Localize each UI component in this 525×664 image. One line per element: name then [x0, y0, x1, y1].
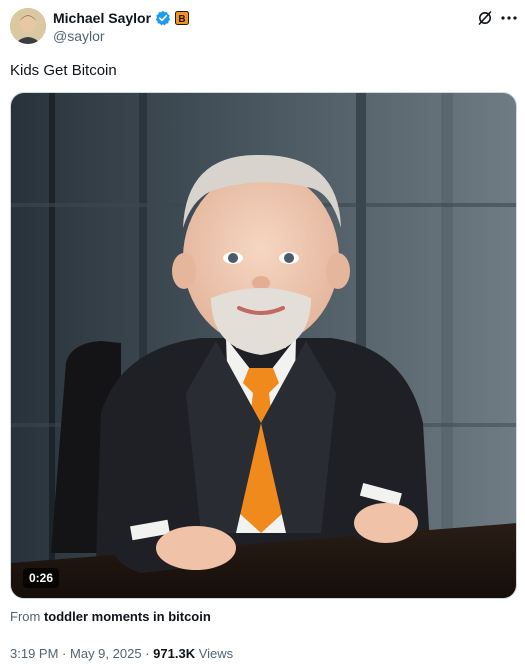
author-name-row: Michael Saylor B: [53, 9, 190, 27]
display-name[interactable]: Michael Saylor: [53, 10, 151, 26]
video-media[interactable]: 0:26: [10, 92, 517, 599]
tweet-text: Kids Get Bitcoin: [10, 62, 117, 79]
svg-text:B: B: [178, 14, 185, 25]
more-dots-icon[interactable]: [500, 10, 518, 26]
tweet-card: Michael Saylor B @saylor Kids Get Bitcoi…: [0, 0, 525, 664]
grok-icon[interactable]: [477, 10, 493, 26]
author-handle[interactable]: @saylor: [53, 28, 105, 44]
verified-badge-icon: [155, 10, 171, 26]
meta-separator: ·: [145, 646, 150, 661]
views-label: Views: [198, 646, 234, 661]
community-source: From toddler moments in bitcoin: [10, 609, 211, 624]
video-thumbnail: [11, 93, 516, 598]
bitcoin-b-badge-icon[interactable]: B: [175, 11, 190, 25]
community-prefix: From: [10, 609, 41, 624]
tweet-meta: 3:19 PM · May 9, 2025 · 971.3K Views: [10, 646, 233, 661]
video-duration-badge: 0:26: [23, 568, 60, 588]
tweet-time[interactable]: 3:19 PM: [10, 646, 58, 661]
avatar[interactable]: [10, 8, 46, 44]
community-link[interactable]: toddler moments in bitcoin: [44, 609, 211, 624]
tweet-date[interactable]: May 9, 2025: [70, 646, 142, 661]
meta-separator: ·: [62, 646, 67, 661]
views-count: 971.3K: [153, 646, 196, 661]
